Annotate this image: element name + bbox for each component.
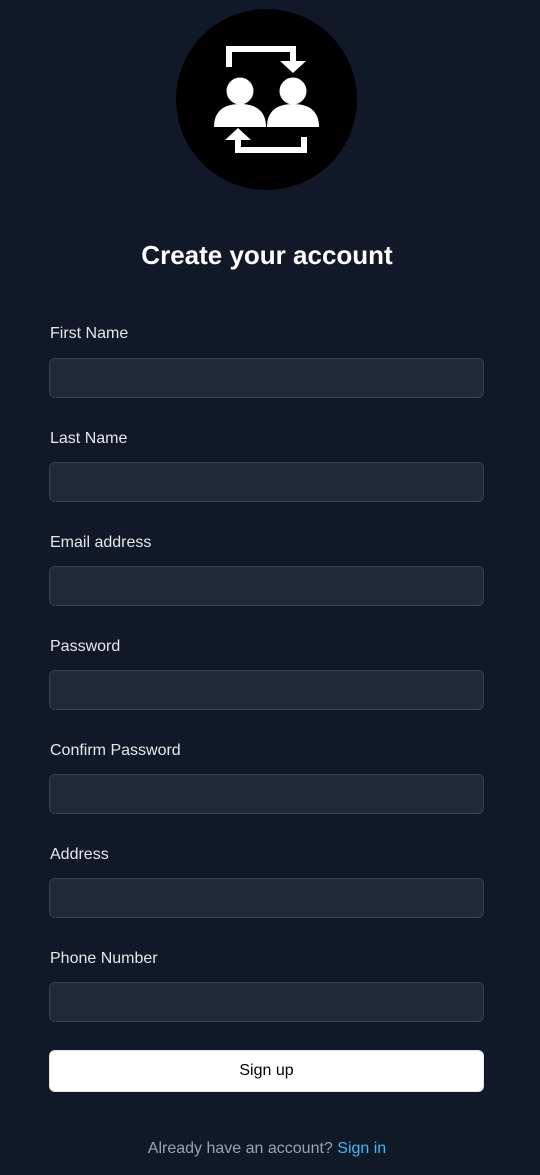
- confirm-password-label: Confirm Password: [50, 742, 181, 759]
- user-swap-icon: [214, 46, 319, 153]
- address-field[interactable]: [49, 878, 484, 918]
- last-name-label: Last Name: [50, 430, 128, 447]
- first-name-field[interactable]: [49, 358, 484, 398]
- phone-number-label: Phone Number: [50, 950, 158, 967]
- signup-page: Create your account First Name Last Name…: [0, 0, 540, 1175]
- page-title: Create your account: [141, 240, 393, 270]
- sign-in-link[interactable]: Sign in: [337, 1140, 386, 1157]
- logo: [176, 9, 357, 190]
- address-label: Address: [50, 846, 109, 863]
- password-field[interactable]: [49, 670, 484, 710]
- confirm-password-field[interactable]: [49, 774, 484, 814]
- first-name-label: First Name: [50, 325, 129, 342]
- sign-in-prompt-text: Already have an account?: [147, 1140, 333, 1157]
- sign-up-button[interactable]: Sign up: [49, 1050, 484, 1092]
- email-field[interactable]: [49, 566, 484, 606]
- password-label: Password: [50, 638, 121, 655]
- last-name-field[interactable]: [49, 462, 484, 502]
- phone-number-field[interactable]: [49, 982, 484, 1022]
- email-label: Email address: [50, 534, 152, 551]
- sign-in-prompt: Already have an account? Sign in: [0, 1139, 534, 1159]
